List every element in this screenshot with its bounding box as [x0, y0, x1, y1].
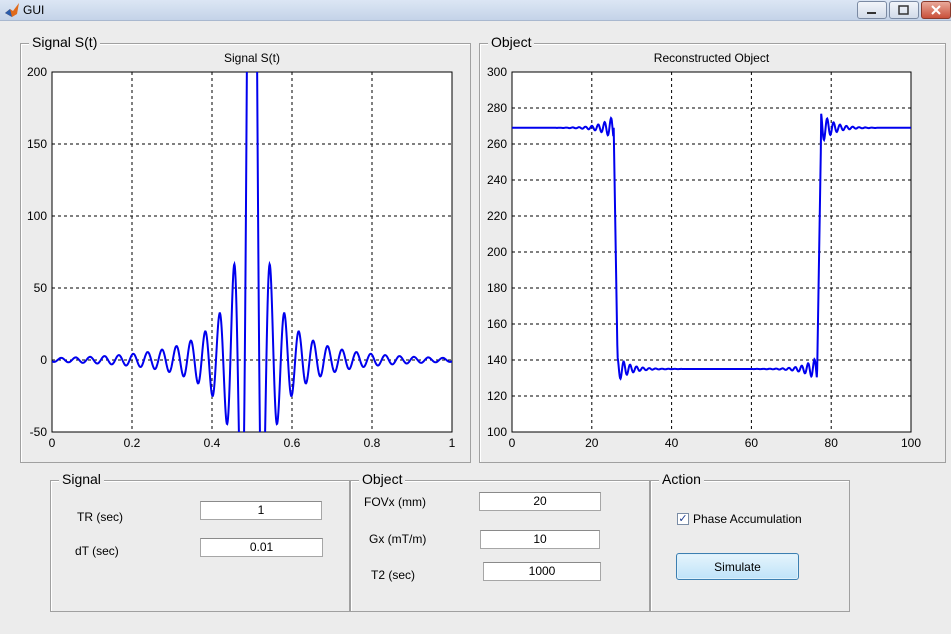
object-group-legend: Object: [359, 471, 406, 488]
signal-group-legend: Signal: [59, 471, 104, 488]
t2-input[interactable]: [483, 562, 601, 581]
dt-input[interactable]: [200, 538, 323, 557]
signal-x-tick-label: 0.8: [364, 436, 381, 450]
object-plot-panel: Object: [479, 34, 946, 463]
fov-input[interactable]: [479, 492, 601, 511]
signal-x-tick-label: 0.6: [284, 436, 301, 450]
signal-y-tick-label: 100: [27, 209, 47, 223]
tr-input[interactable]: [200, 501, 322, 520]
signal-title: Signal S(t): [224, 51, 280, 65]
checkmark-icon: ✓: [678, 513, 688, 525]
fov-label: FOVx (mm): [364, 495, 426, 509]
action-group-legend: Action: [659, 471, 704, 488]
gx-input[interactable]: [480, 530, 600, 549]
signal-y-tick-label: 0: [40, 353, 47, 367]
signal-x-tick-label: 0.4: [204, 436, 221, 450]
object-plot-legend: Object: [488, 34, 535, 51]
signal-y-tick-label: 50: [34, 281, 48, 295]
simulate-button[interactable]: Simulate: [676, 553, 799, 580]
signal-x-tick-label: 0: [49, 436, 56, 450]
t2-label: T2 (sec): [371, 568, 416, 582]
signal-x-tick-label: 0.2: [124, 436, 141, 450]
gx-label: Gx (mT/m): [369, 532, 427, 546]
signal-y-tick-label: -50: [30, 425, 48, 439]
signal-y-tick-label: 200: [27, 65, 47, 79]
dt-label: dT (sec): [75, 544, 119, 558]
tr-label: TR (sec): [77, 510, 123, 524]
signal-x-tick-label: 1: [449, 436, 456, 450]
phase-accumulation-checkbox[interactable]: ✓: [677, 513, 689, 525]
action-panel: Action: [650, 471, 850, 612]
phase-accumulation-label[interactable]: Phase Accumulation: [693, 512, 802, 526]
signal-y-tick-label: 150: [27, 137, 47, 151]
signal-plot-area: [52, 72, 452, 432]
